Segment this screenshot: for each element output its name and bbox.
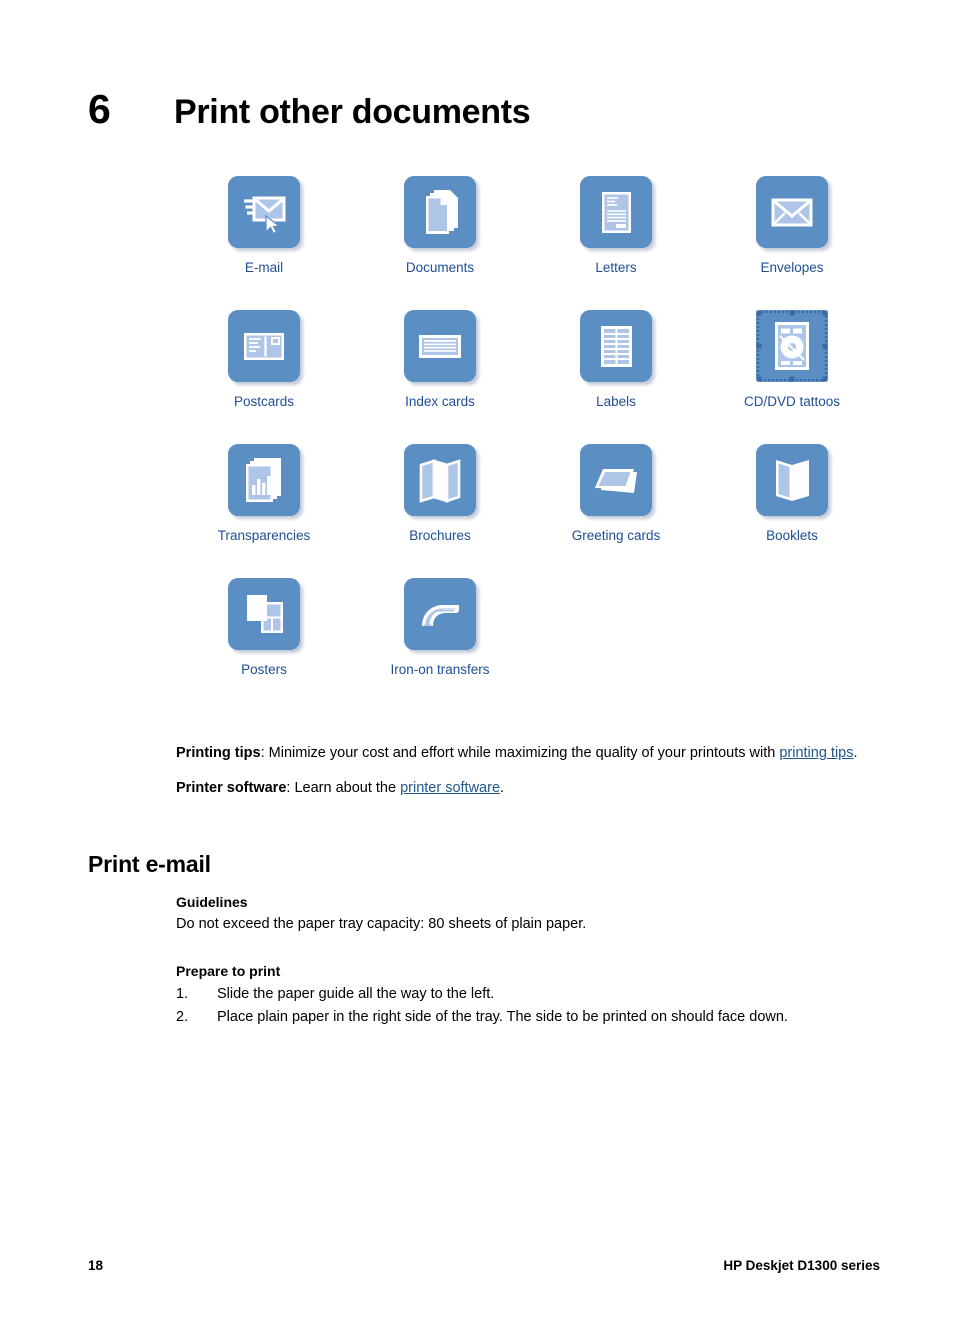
grid-item-label: Greeting cards <box>571 528 661 543</box>
iron-on-transfers-icon <box>412 586 468 642</box>
guidelines-text: Do not exceed the paper tray capacity: 8… <box>176 916 587 932</box>
chapter-header: 6 Print other documents <box>88 72 868 152</box>
brochures-icon <box>412 452 468 508</box>
labels-icon-tile[interactable] <box>580 310 652 382</box>
index-cards-icon <box>412 318 468 374</box>
printer-software-text-2: . <box>500 779 505 796</box>
transparencies-icon-tile[interactable] <box>228 444 300 516</box>
footer-page-number: 18 <box>88 1258 104 1273</box>
icon-row: Posters Iron-on transfers <box>176 578 880 712</box>
labels-icon <box>588 318 644 374</box>
grid-item-label: Envelopes <box>760 260 824 275</box>
letters-icon <box>588 184 644 240</box>
greeting-cards-icon <box>588 452 644 508</box>
printing-tips-text-2: . <box>853 744 858 761</box>
grid-item-label: Index cards <box>405 394 475 409</box>
documents-icon <box>412 184 468 240</box>
footer-product-name: HP Deskjet D1300 series <box>723 1258 880 1273</box>
index-cards-icon-tile[interactable] <box>404 310 476 382</box>
printer-software-text-1: : Learn about the <box>286 779 401 796</box>
list-item: Slide the paper guide all the way to the… <box>176 983 495 1006</box>
envelopes-icon-tile[interactable] <box>756 176 828 248</box>
grid-item-label: Posters <box>241 662 287 677</box>
guidelines-heading: Guidelines <box>176 894 248 910</box>
grid-item-label: Brochures <box>409 528 471 543</box>
grid-item-posters[interactable]: Posters <box>176 578 352 712</box>
grid-item-email[interactable]: E-mail <box>176 176 352 310</box>
posters-icon-tile[interactable] <box>228 578 300 650</box>
grid-item-iron-on-transfers[interactable]: Iron-on transfers <box>352 578 528 712</box>
grid-item-label: Documents <box>405 260 475 275</box>
list-item: Place plain paper in the right side of t… <box>176 1006 788 1029</box>
cd-dvd-tattoos-icon <box>756 310 828 382</box>
grid-item-postcards[interactable]: Postcards <box>176 310 352 444</box>
prepare-to-print-heading: Prepare to print <box>176 962 281 979</box>
printing-tips-text-1: : Minimize your cost and effort while ma… <box>260 744 780 761</box>
grid-item-label: Labels <box>596 394 636 409</box>
icon-row: Postcards Index cards Labels CD/DVD tatt… <box>176 310 880 444</box>
letters-icon-tile[interactable] <box>580 176 652 248</box>
grid-item-label: E-mail <box>244 260 284 275</box>
printer-software-paragraph: Printer software: Learn about the printe… <box>176 778 882 799</box>
grid-item-label: CD/DVD tattoos <box>743 394 841 409</box>
cd-dvd-tattoos-icon-tile[interactable] <box>756 310 828 382</box>
documents-icon-tile[interactable] <box>404 176 476 248</box>
grid-item-booklets[interactable]: Booklets <box>704 444 880 578</box>
printer-software-label: Printer software <box>176 779 287 796</box>
email-icon-tile[interactable] <box>228 176 300 248</box>
email-icon <box>236 184 292 240</box>
posters-icon <box>236 586 292 642</box>
greeting-cards-icon-tile[interactable] <box>580 444 652 516</box>
section-body: Guidelines Do not exceed the paper tray … <box>176 894 886 1030</box>
page-footer: 18 HP Deskjet D1300 series <box>88 1258 880 1273</box>
grid-item-label: Iron-on transfers <box>390 662 490 677</box>
grid-item-letters[interactable]: Letters <box>528 176 704 310</box>
postcards-icon-tile[interactable] <box>228 310 300 382</box>
printer-software-link[interactable]: printer software <box>400 780 500 796</box>
printing-tips-label: Printing tips <box>176 744 261 761</box>
grid-item-cd-dvd-tattoos[interactable]: CD/DVD tattoos <box>704 310 880 444</box>
intro-paragraphs: Printing tips: Minimize your cost and ef… <box>176 728 882 798</box>
grid-item-index-cards[interactable]: Index cards <box>352 310 528 444</box>
grid-item-label: Letters <box>595 260 637 275</box>
printing-tips-paragraph: Printing tips: Minimize your cost and ef… <box>176 743 882 764</box>
grid-item-brochures[interactable]: Brochures <box>352 444 528 578</box>
icon-row: E-mail Documents Letters Envelopes <box>176 176 880 310</box>
grid-item-label: Postcards <box>233 394 295 409</box>
chapter-number: 6 <box>88 85 111 132</box>
printing-tips-link[interactable]: printing tips <box>779 745 853 761</box>
grid-item-labels[interactable]: Labels <box>528 310 704 444</box>
grid-item-documents[interactable]: Documents <box>352 176 528 310</box>
postcards-icon <box>236 318 292 374</box>
prepare-to-print-steps: Slide the paper guide all the way to the… <box>176 983 886 1030</box>
document-type-grid: E-mail Documents Letters Envelopes Postc… <box>176 176 880 712</box>
grid-item-label: Transparencies <box>217 528 311 543</box>
grid-item-transparencies[interactable]: Transparencies <box>176 444 352 578</box>
grid-item-label: Booklets <box>766 528 818 543</box>
icon-row: Transparencies Brochures Greeting cards … <box>176 444 880 578</box>
grid-item-envelopes[interactable]: Envelopes <box>704 176 880 310</box>
section-title-print-email: Print e-mail <box>88 851 211 878</box>
page-title: Print other documents <box>174 92 531 131</box>
transparencies-icon <box>236 452 292 508</box>
booklets-icon <box>764 452 820 508</box>
envelopes-icon <box>764 184 820 240</box>
brochures-icon-tile[interactable] <box>404 444 476 516</box>
iron-on-transfers-icon-tile[interactable] <box>404 578 476 650</box>
booklets-icon-tile[interactable] <box>756 444 828 516</box>
grid-item-greeting-cards[interactable]: Greeting cards <box>528 444 704 578</box>
